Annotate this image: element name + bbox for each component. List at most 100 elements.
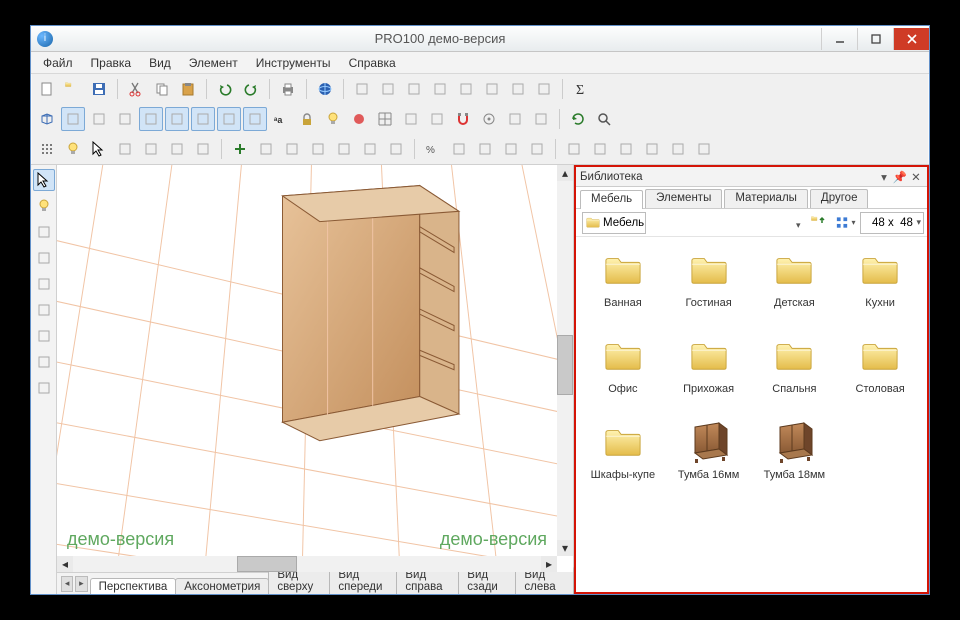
maximize-button[interactable] — [857, 28, 893, 50]
d1-tool[interactable] — [33, 221, 55, 243]
library-item-9[interactable]: Тумба 16мм — [666, 417, 752, 503]
magnet-button[interactable] — [451, 107, 475, 131]
library-item-1[interactable]: Гостиная — [666, 245, 752, 331]
r3-button[interactable] — [165, 107, 189, 131]
library-dropdown-icon[interactable]: ▾ — [877, 170, 891, 184]
g3-button[interactable] — [614, 137, 638, 161]
menu-Элемент[interactable]: Элемент — [181, 54, 246, 72]
globe-button[interactable] — [313, 77, 337, 101]
print-button[interactable] — [276, 77, 300, 101]
g5-button[interactable] — [666, 137, 690, 161]
undo-button[interactable] — [213, 77, 237, 101]
r1-button[interactable] — [113, 107, 137, 131]
library-pin-icon[interactable]: 📌 — [893, 170, 907, 184]
dots-button[interactable] — [35, 137, 59, 161]
library-item-4[interactable]: Офис — [580, 331, 666, 417]
new-button[interactable] — [35, 77, 59, 101]
library-item-6[interactable]: Спальня — [752, 331, 838, 417]
lock-button[interactable] — [295, 107, 319, 131]
r6-button[interactable] — [243, 107, 267, 131]
view-tabs-prev[interactable]: ◂ — [61, 576, 73, 592]
persp-button[interactable] — [61, 107, 85, 131]
acenter-button[interactable] — [280, 137, 304, 161]
bulb-button[interactable] — [321, 107, 345, 131]
d2-tool[interactable] — [33, 247, 55, 269]
amid-button[interactable] — [358, 137, 382, 161]
layer1-button[interactable] — [350, 77, 374, 101]
grid3-button[interactable] — [373, 107, 397, 131]
library-item-3[interactable]: Кухни — [837, 245, 923, 331]
menu-Инструменты[interactable]: Инструменты — [248, 54, 339, 72]
g1-button[interactable] — [562, 137, 586, 161]
minimize-button[interactable] — [821, 28, 857, 50]
layer2-button[interactable] — [376, 77, 400, 101]
target2-button[interactable] — [503, 107, 527, 131]
library-item-2[interactable]: Детская — [752, 245, 838, 331]
aright-button[interactable] — [306, 137, 330, 161]
zoom-button[interactable] — [592, 107, 616, 131]
view-tab-0[interactable]: Перспектива — [90, 578, 177, 594]
g6-button[interactable] — [692, 137, 716, 161]
viewport[interactable]: демо-версия демо-версия ▴ ▾ ◂ ▸ — [57, 165, 573, 572]
menu-Вид[interactable]: Вид — [141, 54, 179, 72]
scrollbar-vertical[interactable]: ▴ ▾ — [557, 165, 573, 556]
snap-button[interactable] — [425, 107, 449, 131]
library-item-5[interactable]: Прихожая — [666, 331, 752, 417]
library-tab-3[interactable]: Другое — [810, 189, 869, 208]
abot-button[interactable] — [384, 137, 408, 161]
library-tab-1[interactable]: Элементы — [645, 189, 722, 208]
plus-button[interactable] — [228, 137, 252, 161]
report1-button[interactable] — [428, 77, 452, 101]
d6-tool[interactable] — [33, 351, 55, 373]
pointer-tool[interactable] — [33, 169, 55, 191]
bed-button[interactable] — [480, 77, 504, 101]
close-button[interactable] — [893, 28, 929, 50]
view-tabs-next[interactable]: ▸ — [75, 576, 87, 592]
paste-button[interactable] — [176, 77, 200, 101]
atop-button[interactable] — [332, 137, 356, 161]
r2-button[interactable] — [139, 107, 163, 131]
m4-button[interactable] — [191, 137, 215, 161]
library-view-button[interactable]: ▾ — [834, 212, 856, 234]
pct-button[interactable]: % — [421, 137, 445, 161]
label-button[interactable]: ᵃa — [269, 107, 293, 131]
color-button[interactable] — [347, 107, 371, 131]
dd-button[interactable] — [532, 77, 556, 101]
library-tab-2[interactable]: Материалы — [724, 189, 808, 208]
light-button[interactable] — [61, 137, 85, 161]
m2-button[interactable] — [139, 137, 163, 161]
menu-Справка[interactable]: Справка — [341, 54, 404, 72]
library-tab-0[interactable]: Мебель — [580, 190, 643, 209]
save-button[interactable] — [87, 77, 111, 101]
d5-tool[interactable] — [33, 325, 55, 347]
menu-Файл[interactable]: Файл — [35, 54, 81, 72]
open-button[interactable] — [61, 77, 85, 101]
d3-tool[interactable] — [33, 273, 55, 295]
library-up-button[interactable] — [808, 212, 830, 234]
library-item-8[interactable]: Шкафы-купе — [580, 417, 666, 503]
gridfine-button[interactable] — [399, 107, 423, 131]
r4-button[interactable] — [191, 107, 215, 131]
view-tab-1[interactable]: Аксонометрия — [175, 578, 269, 594]
sigma-button[interactable]: Σ — [569, 77, 593, 101]
redo-button[interactable] — [239, 77, 263, 101]
library-item-0[interactable]: Ванная — [580, 245, 666, 331]
rot2-button[interactable] — [473, 137, 497, 161]
g4-button[interactable] — [640, 137, 664, 161]
rot-button[interactable] — [447, 137, 471, 161]
library-close-icon[interactable]: ✕ — [909, 170, 923, 184]
library-item-7[interactable]: Столовая — [837, 331, 923, 417]
m3-button[interactable] — [165, 137, 189, 161]
arrow-button[interactable] — [87, 137, 111, 161]
library-item-10[interactable]: Тумба 18мм — [752, 417, 838, 503]
d7-tool[interactable] — [33, 377, 55, 399]
r5-button[interactable] — [217, 107, 241, 131]
layer3-button[interactable] — [402, 77, 426, 101]
cut-button[interactable] — [124, 77, 148, 101]
target-button[interactable] — [477, 107, 501, 131]
menu-Правка[interactable]: Правка — [83, 54, 140, 72]
g2-button[interactable] — [588, 137, 612, 161]
cube-wire-button[interactable] — [35, 107, 59, 131]
d4-tool[interactable] — [33, 299, 55, 321]
copy-button[interactable] — [150, 77, 174, 101]
